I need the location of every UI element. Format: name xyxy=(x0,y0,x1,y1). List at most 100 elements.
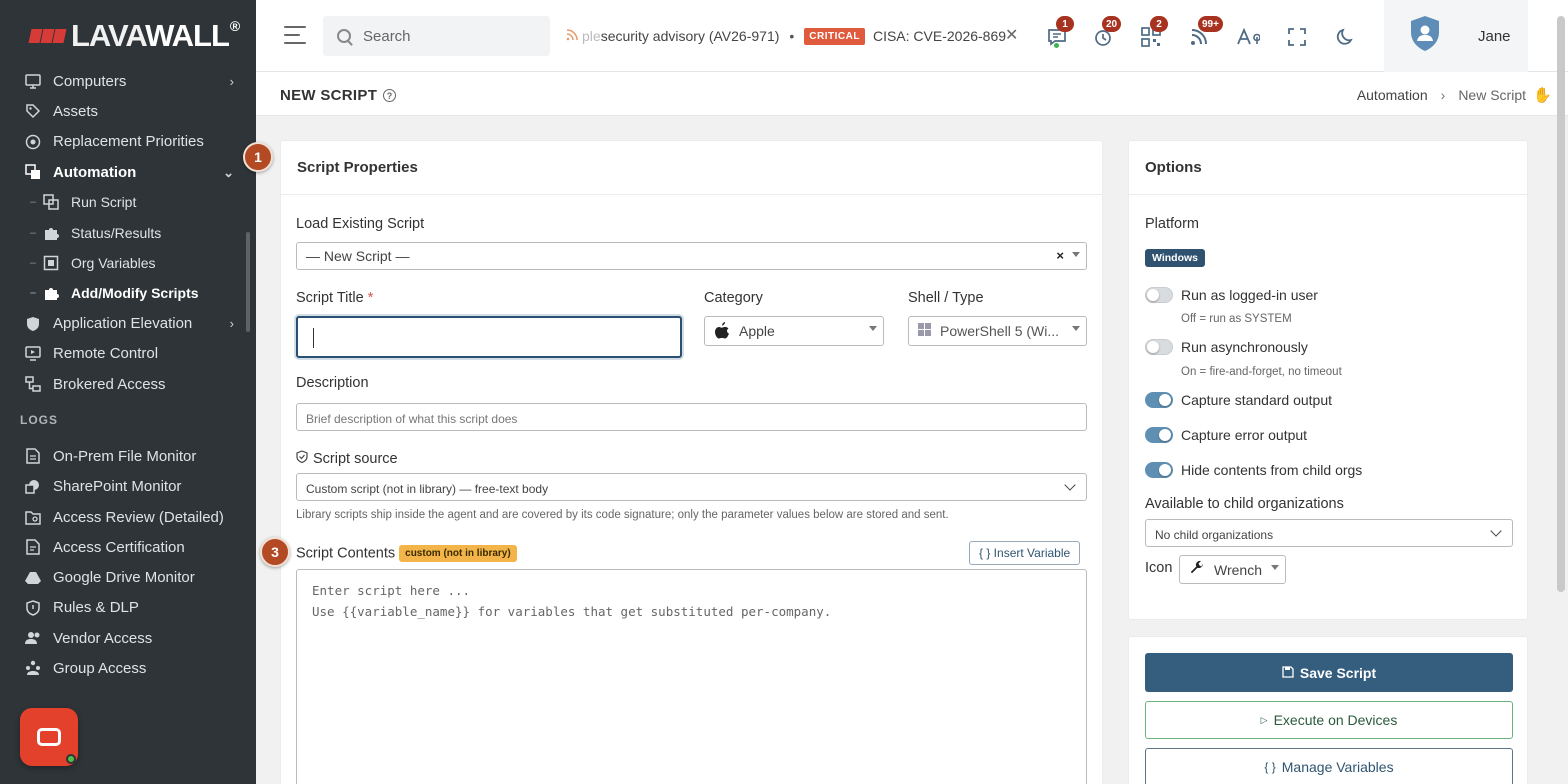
sidebar-item-assets[interactable]: Assets xyxy=(0,96,256,126)
execute-on-devices-button[interactable]: ▷ Execute on Devices xyxy=(1145,701,1513,739)
options-panel: Options Platform Windows Run as logged-i… xyxy=(1128,140,1528,620)
ticker-item-1: security advisory (AV26-971) xyxy=(600,28,780,44)
script-source-select[interactable]: Custom script (not in library) — free-te… xyxy=(296,473,1087,501)
toggle-capture-stdout[interactable]: Capture standard output xyxy=(1145,392,1332,408)
chevron-down-icon xyxy=(1064,479,1076,491)
breadcrumb: Automation › New Script xyxy=(1357,87,1526,103)
child-orgs-select[interactable]: No child organizations xyxy=(1145,519,1513,547)
sidebar-item-onprem-file-monitor[interactable]: On-Prem File Monitor xyxy=(0,441,256,471)
sidebar-item-label: SharePoint Monitor xyxy=(53,478,182,496)
brand-logo[interactable]: LAVAWALL® xyxy=(28,16,240,56)
ticker-close-icon[interactable]: ✕ xyxy=(1005,25,1018,45)
sidebar-subitem-run-script[interactable]: – Run Script xyxy=(0,187,256,217)
load-existing-select[interactable]: — New Script — × xyxy=(296,242,1087,270)
toggle-switch[interactable] xyxy=(1145,392,1173,408)
sidebar-item-access-certification[interactable]: Access Certification xyxy=(0,532,256,562)
script-title-input[interactable] xyxy=(296,316,682,358)
sidebar-item-rules-dlp[interactable]: Rules & DLP xyxy=(0,593,256,623)
toggle-switch[interactable] xyxy=(1145,339,1173,355)
script-contents-editor[interactable]: Enter script here ... Use {{variable_nam… xyxy=(296,569,1087,784)
sidebar-nav: Computers › Assets Replacement Prioritie… xyxy=(0,66,256,684)
breadcrumb-current: New Script xyxy=(1458,87,1526,103)
clear-selection-icon[interactable]: × xyxy=(1056,248,1064,263)
sidebar-subitem-org-variables[interactable]: – Org Variables xyxy=(0,248,256,278)
code-placeholder-line-2: Use {{variable_name}} for variables that… xyxy=(312,604,832,619)
page-scrollbar[interactable] xyxy=(1557,16,1565,592)
sidebar-item-application-elevation[interactable]: Application Elevation › xyxy=(0,308,256,338)
category-value: Apple xyxy=(739,323,775,339)
sidebar-item-computers[interactable]: Computers › xyxy=(0,66,256,96)
shield-icon xyxy=(24,315,42,333)
chevron-down-icon xyxy=(1490,525,1502,537)
sidebar-section-logs: LOGS xyxy=(20,413,59,428)
user-menu[interactable]: Jane xyxy=(1384,0,1528,72)
chevron-right-icon: › xyxy=(229,316,234,332)
sidebar-item-replacement-priorities[interactable]: Replacement Priorities xyxy=(0,127,256,157)
manage-variables-label: Manage Variables xyxy=(1281,759,1394,775)
ticker-separator: • xyxy=(789,28,795,44)
ticker-item-2: CISA: CVE-2026-869 xyxy=(872,28,1007,44)
breadcrumb-automation[interactable]: Automation xyxy=(1357,87,1428,103)
online-indicator xyxy=(66,754,76,764)
brand-name-1: LAVA xyxy=(71,18,146,53)
sidebar-item-sharepoint-monitor[interactable]: SharePoint Monitor xyxy=(0,472,256,502)
toggle-switch[interactable] xyxy=(1145,287,1173,303)
custom-script-tag: custom (not in library) xyxy=(399,545,517,562)
font-size-icon[interactable] xyxy=(1235,24,1261,50)
qr-code-icon[interactable]: 2 xyxy=(1138,16,1168,50)
toggle-run-async[interactable]: Run asynchronously xyxy=(1145,339,1308,355)
shell-type-value: PowerShell 5 (Wi... xyxy=(940,323,1060,339)
sidebar-item-remote-control[interactable]: Remote Control xyxy=(0,339,256,369)
sidebar-item-google-drive-monitor[interactable]: Google Drive Monitor xyxy=(0,562,256,592)
messages-icon[interactable]: 1 xyxy=(1044,16,1074,50)
sidebar-item-brokered-access[interactable]: Brokered Access xyxy=(0,369,256,399)
menu-toggle-icon[interactable] xyxy=(284,26,306,44)
apple-icon xyxy=(714,321,730,342)
sidebar-item-group-access[interactable]: Group Access xyxy=(0,653,256,683)
save-script-label: Save Script xyxy=(1299,664,1377,681)
toggle-hint: Off = run as SYSTEM xyxy=(1181,313,1292,325)
shell-type-select[interactable]: PowerShell 5 (Wi... xyxy=(908,316,1087,346)
history-icon[interactable]: 20 xyxy=(1090,16,1122,50)
sidebar-subitem-status-results[interactable]: – Status/Results xyxy=(0,217,256,247)
toggle-run-as-user[interactable]: Run as logged-in user xyxy=(1145,287,1318,303)
sidebar-scrollbar[interactable] xyxy=(246,232,250,332)
description-input[interactable]: Brief description of what this script do… xyxy=(296,403,1087,431)
toggle-capture-stderr[interactable]: Capture error output xyxy=(1145,427,1307,443)
search-input[interactable] xyxy=(363,27,533,45)
chevron-down-icon: ⌄ xyxy=(223,164,234,180)
script-properties-heading: Script Properties xyxy=(281,141,1102,195)
icon-select[interactable]: Wrench xyxy=(1179,555,1286,584)
toggle-label: Run asynchronously xyxy=(1181,339,1308,355)
manage-variables-button[interactable]: { } Manage Variables xyxy=(1145,748,1513,784)
sidebar-item-automation[interactable]: Automation ⌄ xyxy=(0,157,256,187)
search-box[interactable] xyxy=(323,16,550,56)
puzzle-icon xyxy=(42,224,60,242)
sidebar-item-vendor-access[interactable]: Vendor Access xyxy=(0,623,256,653)
help-icon[interactable]: ? xyxy=(383,89,397,102)
save-script-button[interactable]: Save Script xyxy=(1145,653,1513,692)
hand-pointer-icon: ✋ xyxy=(1533,87,1552,104)
toggle-hide-contents[interactable]: Hide contents from child orgs xyxy=(1145,462,1362,478)
toggle-switch[interactable] xyxy=(1145,427,1173,443)
toggle-hint: On = fire-and-forget, no timeout xyxy=(1181,366,1342,378)
sidebar-item-label: Group Access xyxy=(53,659,147,677)
fullscreen-icon[interactable] xyxy=(1284,24,1310,50)
chat-button[interactable] xyxy=(20,708,78,766)
platform-badge: Windows xyxy=(1145,249,1205,267)
toggle-switch[interactable] xyxy=(1145,462,1173,478)
variable-icon xyxy=(42,254,60,272)
google-drive-icon xyxy=(24,569,42,587)
sidebar-subitem-add-modify-scripts[interactable]: – Add/Modify Scripts xyxy=(0,278,256,308)
dark-mode-icon[interactable] xyxy=(1333,24,1359,50)
sidebar-item-access-review[interactable]: Access Review (Detailed) xyxy=(0,502,256,532)
search-icon xyxy=(337,29,351,43)
news-ticker[interactable]: ple security advisory (AV26-971) • CRITI… xyxy=(566,24,1018,48)
insert-variable-button[interactable]: { } Insert Variable xyxy=(969,541,1081,565)
feeds-icon[interactable]: 99+ xyxy=(1186,16,1223,50)
braces-icon: { } xyxy=(1264,760,1276,774)
top-bar: ple security advisory (AV26-971) • CRITI… xyxy=(256,0,1568,72)
run-script-icon xyxy=(42,193,60,211)
ticker-faded-text: ple xyxy=(582,28,601,44)
category-select[interactable]: Apple xyxy=(704,316,884,346)
